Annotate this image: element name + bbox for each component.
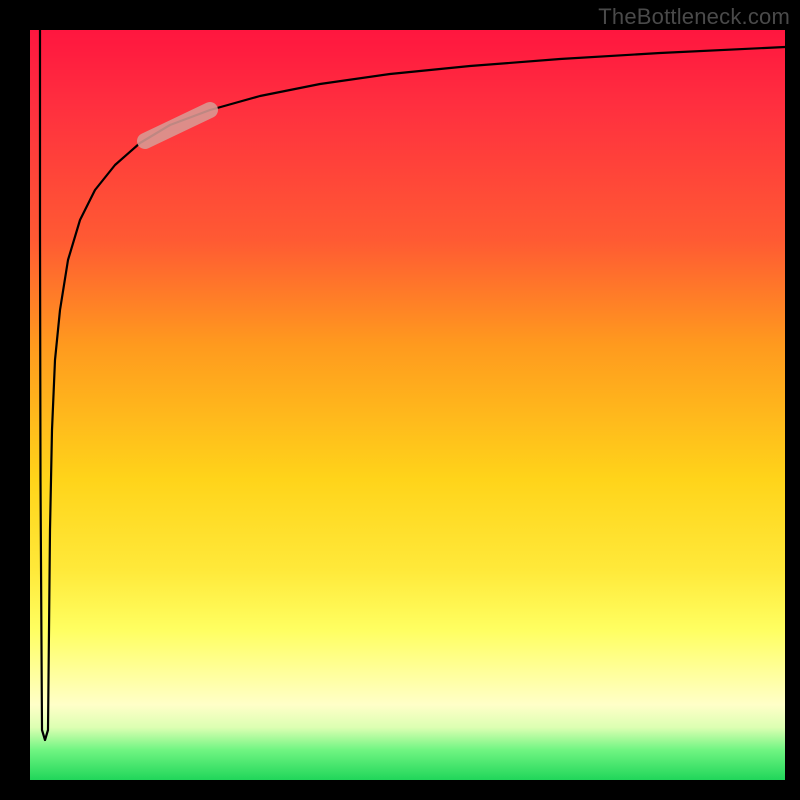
chart-container: TheBottleneck.com bbox=[0, 0, 800, 800]
plot-area bbox=[30, 30, 785, 780]
watermark-label: TheBottleneck.com bbox=[598, 4, 790, 30]
highlight-segment bbox=[145, 110, 210, 141]
curve-layer bbox=[30, 30, 785, 780]
